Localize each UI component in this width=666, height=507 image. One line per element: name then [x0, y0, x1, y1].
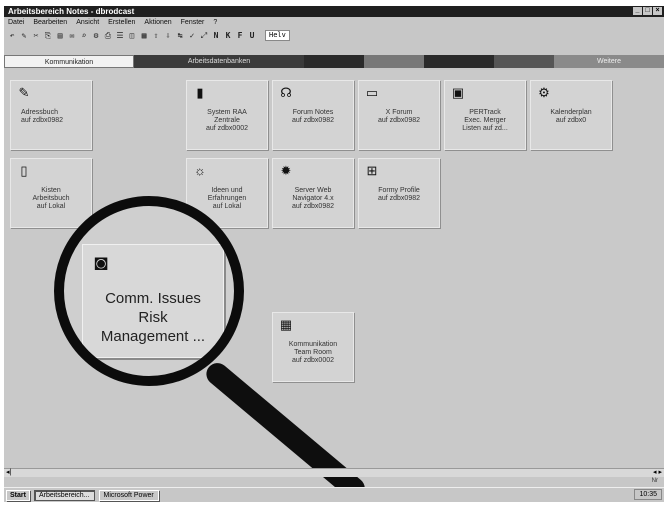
tab-kommunikation[interactable]: Kommunikation — [4, 55, 134, 68]
tile-label: Ideen und Erfahrungen auf Lokal — [207, 187, 247, 210]
scroll-right-arrow[interactable]: ◂ ▸ — [653, 469, 662, 477]
format-button-f[interactable]: F — [235, 31, 245, 41]
menu-bar: Datei Bearbeiten Ansicht Erstellen Aktio… — [4, 18, 664, 28]
menu-ansicht[interactable]: Ansicht — [76, 18, 99, 28]
db-tile-team-room[interactable]: ▦ Kommunikation Team Room auf zdbx0002 — [272, 312, 354, 382]
pencil-icon: ✎ — [18, 85, 30, 100]
task-powerpoint[interactable]: Microsoft Power — [98, 489, 159, 501]
toolbar-icon-6[interactable]: ⌕ — [79, 31, 89, 41]
toolbar-icon-2[interactable]: ✂ — [31, 31, 41, 41]
toolbar-icon-11[interactable]: ▦ — [139, 31, 149, 41]
toolbar: ↶ ✎ ✂ ⎘ ▤ ✉ ⌕ ⚙ ⎙ ☰ ◫ ▦ ⇧ ⇩ ↹ ✓ ⤢ N K F U Helv — [4, 29, 664, 42]
tile-label: Comm. Issues Risk Management ... — [100, 290, 206, 345]
tab-5[interactable] — [424, 55, 494, 68]
db-tile-x-forum[interactable]: ▭ X Forum auf zdbx0982 — [358, 80, 440, 150]
toolbar-icon-16[interactable]: ⤢ — [199, 31, 209, 41]
db-tile-system-raa[interactable]: ▮ System RAA Zentrale auf zdbx0002 — [186, 80, 268, 150]
maximize-button[interactable]: □ — [643, 7, 652, 15]
menu-aktionen[interactable]: Aktionen — [144, 18, 171, 28]
toolbar-icon-14[interactable]: ↹ — [175, 31, 185, 41]
book-icon: ▮ — [196, 85, 204, 100]
document-icon: ▣ — [451, 85, 465, 100]
toolbar-icon-7[interactable]: ⚙ — [91, 31, 101, 41]
tray-clock: 10:35 — [639, 491, 657, 498]
db-tile-adressbuch[interactable]: ✎ Adressbuch auf zdbx0982 — [10, 80, 92, 150]
toolbar-icon-8[interactable]: ⎙ — [103, 31, 113, 41]
db-tile-comm-issues[interactable]: ◙ Comm. Issues Risk Management ... — [82, 244, 224, 358]
menu-datei[interactable]: Datei — [8, 18, 24, 28]
db-tile-forum-notes[interactable]: ☊ Forum Notes auf zdbx0982 — [272, 80, 354, 150]
close-button[interactable]: × — [653, 7, 662, 15]
db-tile-kalenderplan[interactable]: ⚙ Kalenderplan auf zdbx0 — [530, 80, 612, 150]
teamroom-icon: ▦ — [279, 317, 293, 332]
tile-label: Formy Profile auf zdbx0982 — [377, 187, 421, 202]
lightbulb-icon: ☼ — [194, 163, 206, 178]
task-arbeitsbereich[interactable]: Arbeitsbereich... — [33, 489, 95, 501]
tab-6[interactable] — [494, 55, 554, 68]
toolbar-icon-15[interactable]: ✓ — [187, 31, 197, 41]
window-icon: ▭ — [365, 85, 379, 100]
format-button-n[interactable]: N — [211, 31, 221, 41]
grid-document-icon: ⊞ — [366, 163, 378, 178]
toolbar-icon-4[interactable]: ▤ — [55, 31, 65, 41]
start-button[interactable]: Start — [6, 489, 30, 501]
menu-help[interactable]: ? — [213, 18, 217, 28]
tile-label: Adressbuch auf zdbx0982 — [21, 109, 64, 124]
db-tile-kisten[interactable]: ▯ Kisten Arbeitsbuch auf Lokal — [10, 158, 92, 228]
format-button-k[interactable]: K — [223, 31, 233, 41]
headset-icon: ☊ — [280, 85, 292, 100]
toolbar-icon-1[interactable]: ✎ — [19, 31, 29, 41]
scroll-left-arrow[interactable]: ◂| — [6, 469, 11, 477]
font-select[interactable]: Helv — [265, 30, 290, 41]
tile-label: Kisten Arbeitsbuch auf Lokal — [32, 187, 70, 210]
tab-4[interactable] — [364, 55, 424, 68]
status-bar: Nr — [4, 477, 664, 486]
title-bar: Arbeitsbereich Notes - dbrodcast _ □ × — [4, 6, 664, 17]
menu-bearbeiten[interactable]: Bearbeiten — [33, 18, 67, 28]
tile-label: Kommunikation Team Room auf zdbx0002 — [288, 341, 338, 364]
toolbar-icon-0[interactable]: ↶ — [7, 31, 17, 41]
taskbar: Start Arbeitsbereich... Microsoft Power … — [4, 487, 664, 502]
gear-icon: ⚙ — [538, 85, 550, 100]
tile-label: Server Web Navigator 4.x auf zdbx0982 — [291, 187, 335, 210]
clock-icon: ◙ — [94, 250, 108, 275]
toolbar-icon-9[interactable]: ☰ — [115, 31, 125, 41]
toolbar-icon-3[interactable]: ⎘ — [43, 31, 53, 41]
magnifying-glass: ◙ Comm. Issues Risk Management ... — [54, 196, 244, 386]
window-title: Arbeitsbereich Notes - dbrodcast — [8, 7, 135, 16]
system-tray: 10:35 — [634, 489, 662, 500]
horizontal-scrollbar[interactable]: ◂| ◂ ▸ — [4, 468, 664, 477]
tab-arbeitsdatenbanken[interactable]: Arbeitsdatenbanken — [134, 55, 304, 68]
tile-label: X Forum auf zdbx0982 — [377, 109, 421, 124]
tab-3[interactable] — [304, 55, 364, 68]
book-open-icon: ▯ — [20, 163, 28, 178]
tab-weitere[interactable]: Weitere — [554, 55, 664, 68]
db-tile-server-web[interactable]: ✹ Server Web Navigator 4.x auf zdbx0982 — [272, 158, 354, 228]
toolbar-icon-5[interactable]: ✉ — [67, 31, 77, 41]
tile-label: System RAA Zentrale auf zdbx0002 — [205, 109, 249, 132]
status-indicator: Nr — [651, 478, 658, 484]
globe-icon: ✹ — [280, 163, 292, 178]
minimize-button[interactable]: _ — [633, 7, 642, 15]
format-button-u[interactable]: U — [247, 31, 257, 41]
toolbar-icon-10[interactable]: ◫ — [127, 31, 137, 41]
workspace-tabs: Kommunikation Arbeitsdatenbanken Weitere — [4, 55, 664, 68]
tile-label: Forum Notes auf zdbx0982 — [291, 109, 335, 124]
tile-label: Kalenderplan auf zdbx0 — [550, 109, 592, 124]
db-tile-formy-profile[interactable]: ⊞ Formy Profile auf zdbx0982 — [358, 158, 440, 228]
menu-fenster[interactable]: Fenster — [181, 18, 205, 28]
toolbar-icon-12[interactable]: ⇧ — [151, 31, 161, 41]
toolbar-icon-13[interactable]: ⇩ — [163, 31, 173, 41]
menu-erstellen[interactable]: Erstellen — [108, 18, 135, 28]
notes-window: Arbeitsbereich Notes - dbrodcast _ □ × D… — [4, 6, 664, 502]
tile-label: PERTrack Exec. Merger Listen auf zd... — [462, 109, 508, 132]
window-controls: _ □ × — [633, 7, 662, 15]
db-tile-pertrack[interactable]: ▣ PERTrack Exec. Merger Listen auf zd... — [444, 80, 526, 150]
